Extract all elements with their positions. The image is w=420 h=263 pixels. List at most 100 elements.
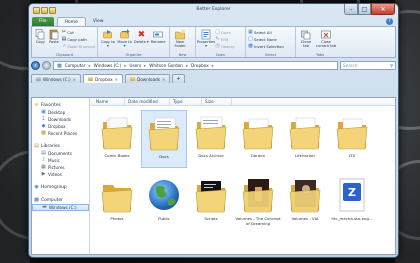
nav-libraries: ▤ Libraries ▤ Documents ♪ Music ▦ Pictures … [32,143,89,178]
copy-to-icon [103,29,113,40]
tab-downloads[interactable]: Downloads ✕ [125,74,171,83]
ribbon-group-select: ▦ Select All □ Select None ▩ Invert Selecti… [246,27,296,57]
list-item[interactable]: Volumes - The Concept of Dreaming [235,173,281,231]
invert-selection-label: Invert Selection [254,43,284,49]
forward-button[interactable]: › [42,61,51,70]
nav-libraries-header[interactable]: ▤ Libraries [32,143,89,150]
nav-item-windows-c[interactable]: ▬ Windows (C:) [32,204,89,211]
close-current-tab-label: Close current tab [316,40,336,48]
tab-close-icon[interactable]: ✕ [162,77,165,82]
list-item[interactable]: Photos [94,173,140,231]
copy-path-button[interactable]: ▤ Copy path [61,36,95,42]
list-item[interactable]: Public [141,173,187,231]
column-headers: Name Date modified Type Size [90,98,395,106]
properties-icon[interactable] [49,6,56,14]
file-name: Gordon [250,153,266,158]
nav-item-label: Desktop [48,110,66,115]
new-folder-icon[interactable] [41,6,48,14]
column-header-date-modified[interactable]: Date modified [125,98,170,105]
computer-icon: ▩ [34,197,39,203]
help-icon[interactable]: ? [386,18,393,25]
nav-item-music[interactable]: ♪ Music [32,157,89,164]
new-tab-button[interactable]: + [172,74,185,83]
move-to-label: Move to ▾ [117,40,132,48]
back-button[interactable]: ‹ [31,61,40,70]
nav-item-videos[interactable]: ▶ Videos [32,171,89,178]
nav-item-documents[interactable]: ▤ Documents [32,150,89,157]
quick-access-toolbar [33,6,56,14]
list-item[interactable]: Docs [141,110,187,168]
tab-dropbox[interactable]: Dropbox ✕ [83,74,124,83]
file-name: Docs Archive [198,153,224,158]
column-header-size[interactable]: Size [202,98,232,105]
nav-computer-label: Computer [41,198,63,203]
delete-label: Delete ▾ [133,40,149,44]
folder-icon[interactable] [33,6,40,14]
open-button[interactable]: ▢ Open [215,29,235,35]
search-input[interactable]: Search ⚲ [340,61,396,70]
svg-text:Z: Z [348,186,356,199]
column-header-type[interactable]: Type [170,98,202,105]
breadcrumb-windows[interactable]: Windows (C:) [94,63,122,68]
list-item[interactable]: LTS [329,110,375,168]
list-item[interactable]: Lifehacker [282,110,328,168]
copy-path-label: Copy path [67,36,87,42]
select-all-button[interactable]: ▦ Select All [248,29,284,35]
shortcut-icon: ↗ [61,42,66,49]
tab-view[interactable]: View [86,17,111,26]
ribbon: Copy Paste ✂ Cut ▤ Copy path ↗ Paste Shortc… [31,26,396,58]
tab-close-icon[interactable]: ✕ [73,77,76,82]
history-label: History [221,43,235,49]
breadcrumb-computer[interactable]: Computer [65,63,86,68]
invert-selection-button[interactable]: ▩ Invert Selection [248,43,284,49]
file-name: Comic Books [104,153,130,158]
nav-homegroup: ◉ Homegroup [32,184,89,191]
file-name: htc_mecha-sta-eng... [331,216,373,221]
edit-icon: ✎ [215,35,220,42]
list-item[interactable]: Scripts [188,173,234,231]
tab-windows-c[interactable]: Windows (C:) ✕ [31,74,81,83]
tab-home[interactable]: Home [56,17,86,26]
delete-icon: ✖ [137,29,146,40]
folder-docs-icon [148,117,180,151]
tab-file[interactable]: File [32,17,54,26]
list-item[interactable]: Docs Archive [188,110,234,168]
close-button[interactable]: ✕ [371,4,395,15]
nav-item-pictures[interactable]: ▦ Pictures [32,164,89,171]
maximize-button[interactable]: □ [358,4,371,15]
properties-label: Properties ▾ [196,40,216,48]
column-header-name[interactable]: Name [90,98,125,105]
nav-item-desktop[interactable]: ▣ Desktop [32,109,89,116]
paste-shortcut-button[interactable]: ↗ Paste Shortcut [61,43,95,49]
list-item[interactable]: Z htc_mecha-sta-eng... [329,173,375,231]
file-name: LTS [348,153,356,158]
breadcrumb-dropbox[interactable]: Dropbox [191,63,209,68]
list-item[interactable]: Volumes - VIA [282,173,328,231]
nav-item-dropbox[interactable]: ◆ Dropbox [32,123,89,130]
minimize-button[interactable]: – [344,4,358,15]
file-name: Docs [159,154,169,159]
nav-item-recent-places[interactable]: ▩ Recent Places [32,130,89,137]
address-bar[interactable]: ▩ Computer ▸ Windows (C:) ▸ Users ▸ Whitson… [53,61,338,70]
clone-tab-icon [301,29,311,40]
breadcrumb-user[interactable]: Whitson Gordon [149,63,183,68]
cut-button[interactable]: ✂ Cut [61,29,95,35]
rename-label: Rename [150,40,166,44]
nav-homegroup-header[interactable]: ◉ Homegroup [32,184,89,191]
nav-favorites-header[interactable]: ★ Favorites [32,102,89,109]
select-none-button[interactable]: □ Select None [248,36,284,42]
nav-computer-header[interactable]: ▩ Computer [32,197,89,204]
history-button[interactable]: ◷ History [215,43,235,49]
clone-tab-label: Clone tab [300,40,312,48]
edit-button[interactable]: ✎ Edit [215,36,235,42]
list-item[interactable]: Comic Books [94,110,140,168]
nav-item-downloads[interactable]: ↧ Downloads [32,116,89,123]
globe-icon [149,180,179,210]
folder-docs-archive-icon [195,116,227,150]
open-label: Open [221,29,232,35]
list-item[interactable]: Gordon [235,110,281,168]
tab-close-icon[interactable]: ✕ [115,77,118,82]
window-title: Better Explorer [196,7,231,12]
breadcrumb-users[interactable]: Users [129,63,141,68]
dropbox-icon: ◆ [41,123,46,129]
